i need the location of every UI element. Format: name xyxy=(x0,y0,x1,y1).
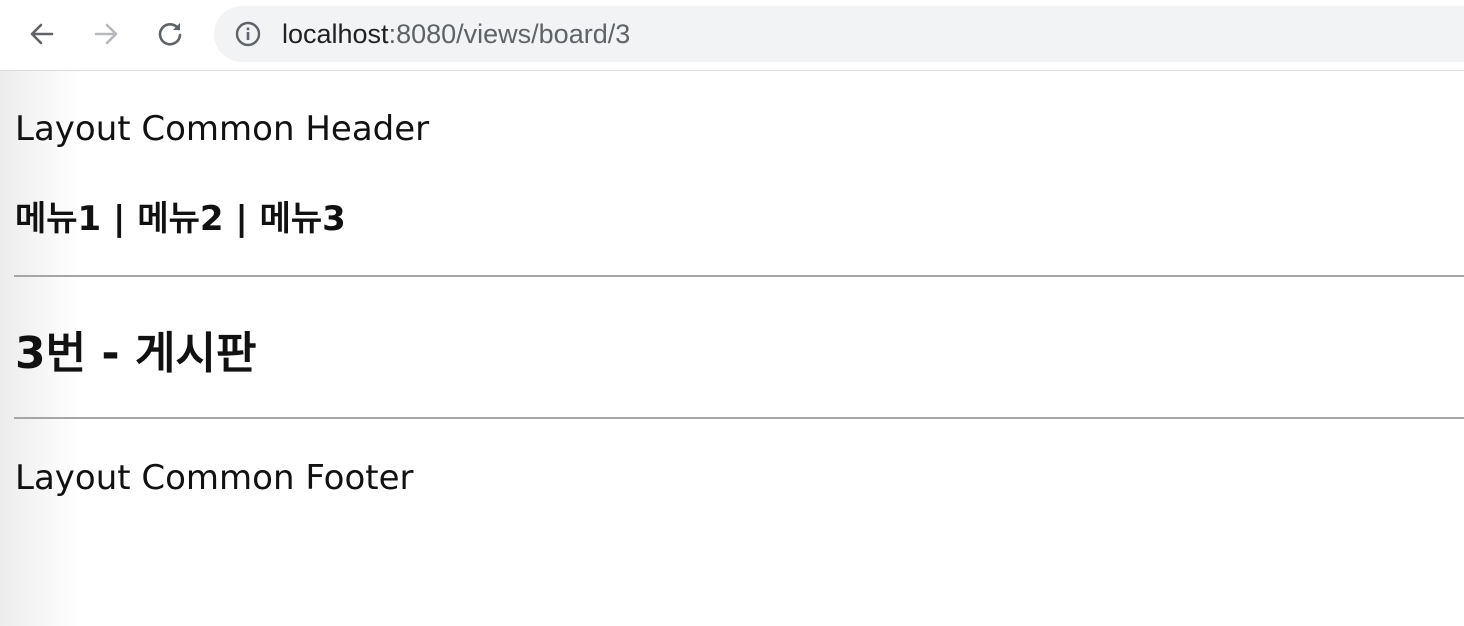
url-path: :8080/views/board/3 xyxy=(388,19,631,49)
reload-button[interactable] xyxy=(148,12,192,56)
back-arrow-icon xyxy=(30,23,54,45)
info-icon[interactable] xyxy=(234,20,262,48)
reload-icon xyxy=(158,23,182,46)
menu-bar: 메뉴1 | 메뉴2 | 메뉴3 xyxy=(15,191,346,240)
back-button[interactable] xyxy=(20,12,64,56)
header-divider xyxy=(14,275,1464,277)
menu-item-1[interactable]: 메뉴1 xyxy=(15,199,101,239)
menu-separator: | xyxy=(101,199,138,239)
url-host: localhost xyxy=(282,19,389,49)
forward-arrow-icon xyxy=(94,23,118,45)
layout-footer-title: Layout Common Footer xyxy=(15,458,414,498)
footer-divider xyxy=(14,417,1464,419)
page-title: 3번 - 게시판 xyxy=(15,328,257,379)
address-bar[interactable]: localhost:8080/views/board/3 xyxy=(214,6,1464,62)
forward-button[interactable] xyxy=(84,12,128,56)
menu-separator: | xyxy=(223,199,260,239)
url-text[interactable]: localhost:8080/views/board/3 xyxy=(282,19,630,49)
layout-header-title: Layout Common Header xyxy=(15,109,430,149)
menu-item-2[interactable]: 메뉴2 xyxy=(137,199,223,239)
browser-toolbar: localhost:8080/views/board/3 xyxy=(0,0,1464,71)
menu-item-3[interactable]: 메뉴3 xyxy=(260,199,346,239)
page-content: Layout Common Header 메뉴1 | 메뉴2 | 메뉴3 3번 … xyxy=(0,71,1464,626)
